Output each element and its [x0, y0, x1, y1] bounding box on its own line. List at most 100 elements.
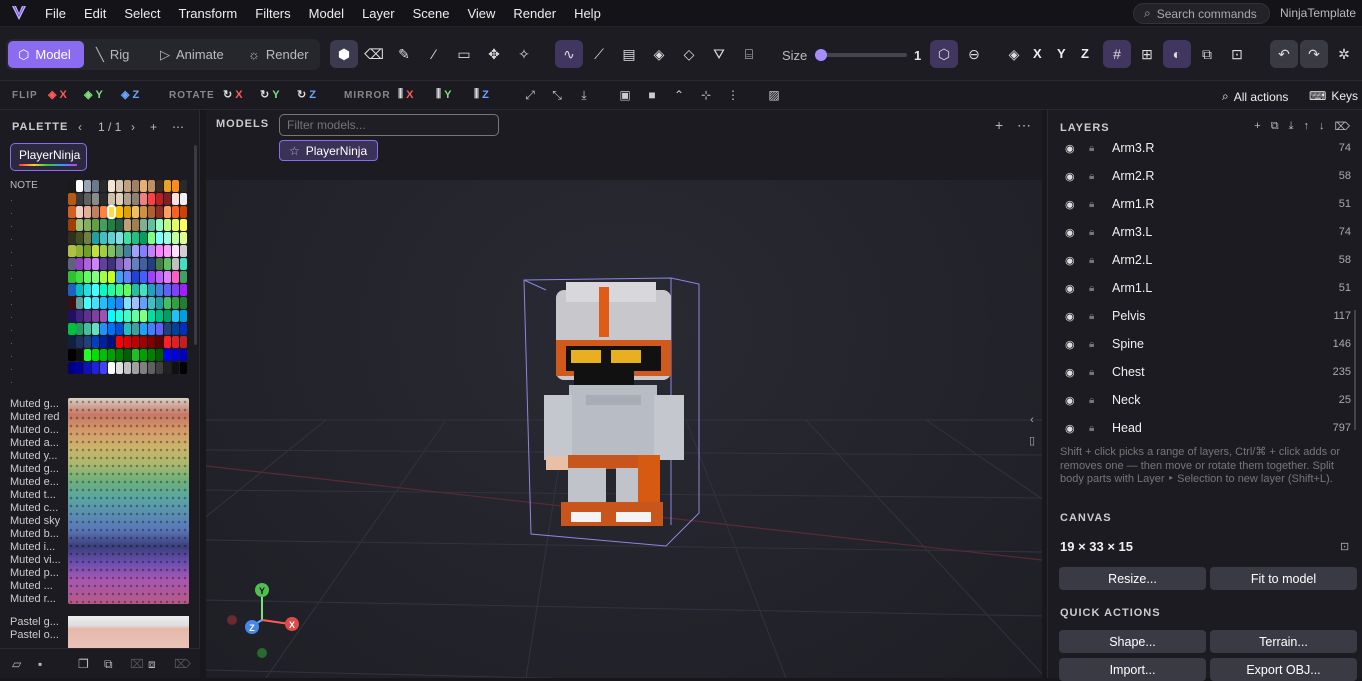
muted-palette-item[interactable]: Muted o...: [10, 424, 61, 437]
palette-swatch[interactable]: [91, 180, 100, 192]
palette-swatch[interactable]: [147, 219, 156, 231]
palette-swatch[interactable]: [179, 193, 188, 205]
muted-palette-item[interactable]: Muted p...: [10, 567, 61, 580]
palette-swatch[interactable]: [147, 180, 156, 192]
lock-icon[interactable]: 🔒︎: [1089, 143, 1094, 154]
palette-swatch[interactable]: [171, 193, 180, 205]
pastel-swatch-block[interactable]: [68, 616, 189, 648]
lock-icon[interactable]: 🔒︎: [1089, 367, 1094, 378]
palette-swatch[interactable]: [171, 349, 180, 361]
delete-color-icon[interactable]: ⌧: [130, 657, 144, 671]
place-voxel-tool-icon[interactable]: ⬢: [330, 40, 358, 68]
expand-icon[interactable]: ⤢: [522, 87, 538, 103]
fill-bucket-icon[interactable]: ⛛: [705, 40, 733, 68]
palette-swatch[interactable]: [75, 232, 84, 244]
settings-gear-icon[interactable]: ✲: [1330, 40, 1358, 68]
palette-swatch[interactable]: [155, 206, 164, 218]
document-icon[interactable]: ▯: [1021, 430, 1042, 450]
palette-swatch[interactable]: [106, 205, 117, 219]
add-layer-icon[interactable]: +: [1254, 120, 1260, 133]
palette-swatch[interactable]: [131, 193, 140, 205]
muted-palette-item[interactable]: Muted e...: [10, 476, 61, 489]
palette-swatch[interactable]: [83, 219, 92, 231]
palette-swatch[interactable]: [171, 219, 180, 231]
palette-swatch[interactable]: [107, 258, 116, 270]
palette-swatch[interactable]: [171, 336, 180, 348]
palette-swatch[interactable]: [68, 323, 76, 335]
palette-swatch[interactable]: [139, 336, 148, 348]
palette-swatch[interactable]: [139, 284, 148, 296]
palette-swatch[interactable]: [139, 219, 148, 231]
delete-layer-icon[interactable]: ⌦: [1334, 120, 1350, 133]
palette-swatch[interactable]: [179, 245, 188, 257]
palette-swatch[interactable]: [107, 245, 116, 257]
palette-swatch[interactable]: [155, 258, 164, 270]
palette-swatch[interactable]: [115, 284, 124, 296]
save-icon[interactable]: ▪: [38, 657, 42, 671]
expand-canvas-icon[interactable]: ⊡: [1340, 540, 1349, 553]
menu-render[interactable]: Render: [504, 0, 565, 27]
palette-swatch[interactable]: [163, 284, 172, 296]
eye-icon[interactable]: ◉: [1065, 170, 1075, 183]
sphere-brush-shape-icon[interactable]: ⊖: [960, 40, 988, 68]
muted-palette-item[interactable]: Muted vi...: [10, 554, 61, 567]
palette-swatch[interactable]: [123, 180, 132, 192]
palette-swatch[interactable]: [99, 219, 108, 231]
palette-swatch[interactable]: [147, 297, 156, 309]
menu-scene[interactable]: Scene: [404, 0, 459, 27]
layer-row[interactable]: ◉ 🔒︎ Head 797: [1048, 414, 1351, 442]
palette-swatch[interactable]: [99, 245, 108, 257]
palette-swatch[interactable]: [123, 193, 132, 205]
palette-swatch[interactable]: [147, 310, 156, 322]
palette-swatch[interactable]: [171, 284, 180, 296]
lock-icon[interactable]: 🔒︎: [1089, 227, 1094, 238]
palette-swatch[interactable]: [75, 349, 84, 361]
palette-swatch[interactable]: [139, 258, 148, 270]
palette-swatch[interactable]: [123, 232, 132, 244]
palette-active-chip[interactable]: PlayerNinja: [10, 143, 87, 171]
palette-swatch[interactable]: [99, 271, 108, 283]
mirror-y-button[interactable]: ⫼ Y: [436, 88, 451, 101]
palette-swatch[interactable]: [163, 349, 172, 361]
lock-icon[interactable]: 🔒︎: [1089, 283, 1094, 294]
wireframe-icon[interactable]: ⧉: [1193, 40, 1221, 68]
focus-icon[interactable]: ⊡: [1223, 40, 1251, 68]
palette-swatch[interactable]: [131, 336, 140, 348]
palette-swatch[interactable]: [75, 219, 84, 231]
eye-icon[interactable]: ◉: [1065, 366, 1075, 379]
palette-swatch[interactable]: [123, 362, 132, 374]
palette-swatch[interactable]: [123, 245, 132, 257]
palette-swatch[interactable]: [131, 323, 140, 335]
palette-swatch[interactable]: [75, 336, 84, 348]
palette-swatch[interactable]: [171, 362, 180, 374]
solid-box-icon[interactable]: ◈: [645, 40, 673, 68]
collapse-panel-icon[interactable]: ‹: [1021, 410, 1042, 430]
palette-swatch[interactable]: [131, 180, 140, 192]
muted-palette-item[interactable]: Muted g...: [10, 463, 61, 476]
eye-icon[interactable]: ◉: [1065, 198, 1075, 211]
palette-swatch[interactable]: [99, 284, 108, 296]
muted-palette-item[interactable]: Muted y...: [10, 450, 61, 463]
palette-swatch[interactable]: [83, 271, 92, 283]
muted-palette-item[interactable]: Muted t...: [10, 489, 61, 502]
palette-swatch[interactable]: [83, 362, 92, 374]
palette-swatch[interactable]: [68, 245, 76, 257]
palette-swatch[interactable]: [91, 349, 100, 361]
keys-button[interactable]: ⌨ Keys: [1309, 89, 1358, 103]
palette-swatch[interactable]: [75, 271, 84, 283]
palette-swatch[interactable]: [163, 323, 172, 335]
palette-swatch[interactable]: [68, 310, 76, 322]
menu-layer[interactable]: Layer: [353, 0, 404, 27]
palette-swatch[interactable]: [91, 206, 100, 218]
palette-swatch[interactable]: [163, 206, 172, 218]
palette-swatch[interactable]: [171, 323, 180, 335]
muted-palette-item[interactable]: Muted b...: [10, 528, 61, 541]
palette-swatch[interactable]: [83, 193, 92, 205]
palette-swatch[interactable]: [163, 193, 172, 205]
palette-swatch[interactable]: [68, 271, 76, 283]
palette-swatch[interactable]: [91, 271, 100, 283]
layer-row[interactable]: ◉ 🔒︎ Chest 235: [1048, 358, 1351, 386]
palette-swatch[interactable]: [91, 232, 100, 244]
lock-icon[interactable]: 🔒︎: [1089, 423, 1094, 434]
shading-icon[interactable]: ◐: [1163, 40, 1191, 68]
